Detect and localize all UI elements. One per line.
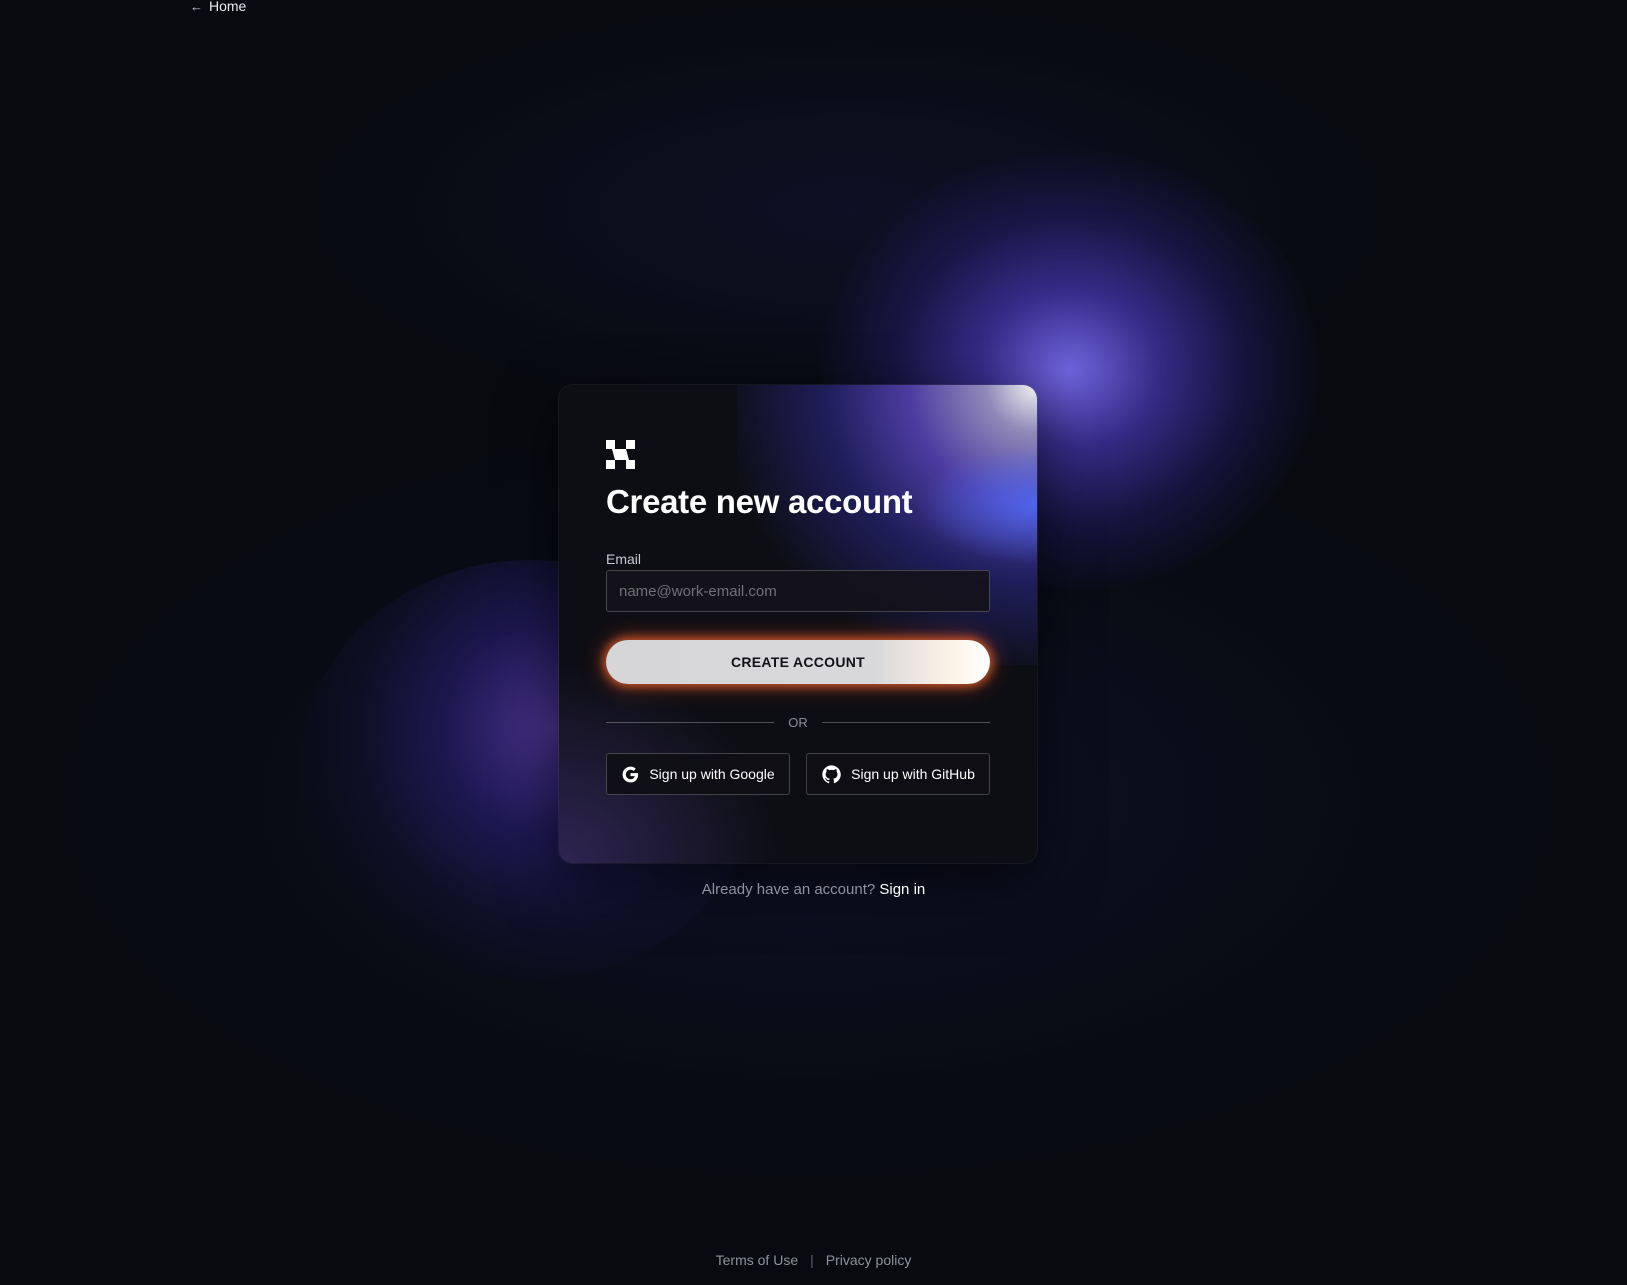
github-icon xyxy=(822,764,841,783)
signup-card: Create new account Email CREATE ACCOUNT … xyxy=(559,385,1037,863)
or-divider: OR xyxy=(606,712,990,732)
github-signup-button[interactable]: Sign up with GitHub xyxy=(806,753,990,795)
footer: Terms of Use | Privacy policy xyxy=(0,1252,1627,1268)
email-field[interactable] xyxy=(606,570,990,612)
background-glow xyxy=(300,0,1400,420)
arrow-left-icon: ← xyxy=(190,0,203,14)
page-title: Create new account xyxy=(606,483,913,520)
card-corner-glow xyxy=(917,445,1037,565)
brand-logo-icon xyxy=(606,440,635,469)
privacy-policy-link[interactable]: Privacy policy xyxy=(826,1252,912,1268)
divider-text: OR xyxy=(788,714,808,730)
divider-line xyxy=(821,721,990,723)
google-icon xyxy=(622,766,639,782)
signin-link[interactable]: Sign in xyxy=(879,881,925,898)
email-label: Email xyxy=(606,551,642,567)
home-link-label: Home xyxy=(209,0,247,14)
signin-prompt: Already have an account? Sign in xyxy=(0,881,1627,898)
divider-line xyxy=(606,721,775,723)
google-signup-label: Sign up with Google xyxy=(649,766,775,782)
create-account-button[interactable]: CREATE ACCOUNT xyxy=(606,640,990,684)
footer-separator: | xyxy=(810,1252,814,1268)
google-signup-button[interactable]: Sign up with Google xyxy=(606,753,790,795)
signup-page: ← Home Create new account Email CREATE A… xyxy=(0,0,1627,1285)
github-signup-label: Sign up with GitHub xyxy=(851,766,975,782)
terms-of-use-link[interactable]: Terms of Use xyxy=(716,1252,798,1268)
signin-prompt-text: Already have an account? xyxy=(701,881,876,898)
home-link[interactable]: ← Home xyxy=(190,0,246,14)
